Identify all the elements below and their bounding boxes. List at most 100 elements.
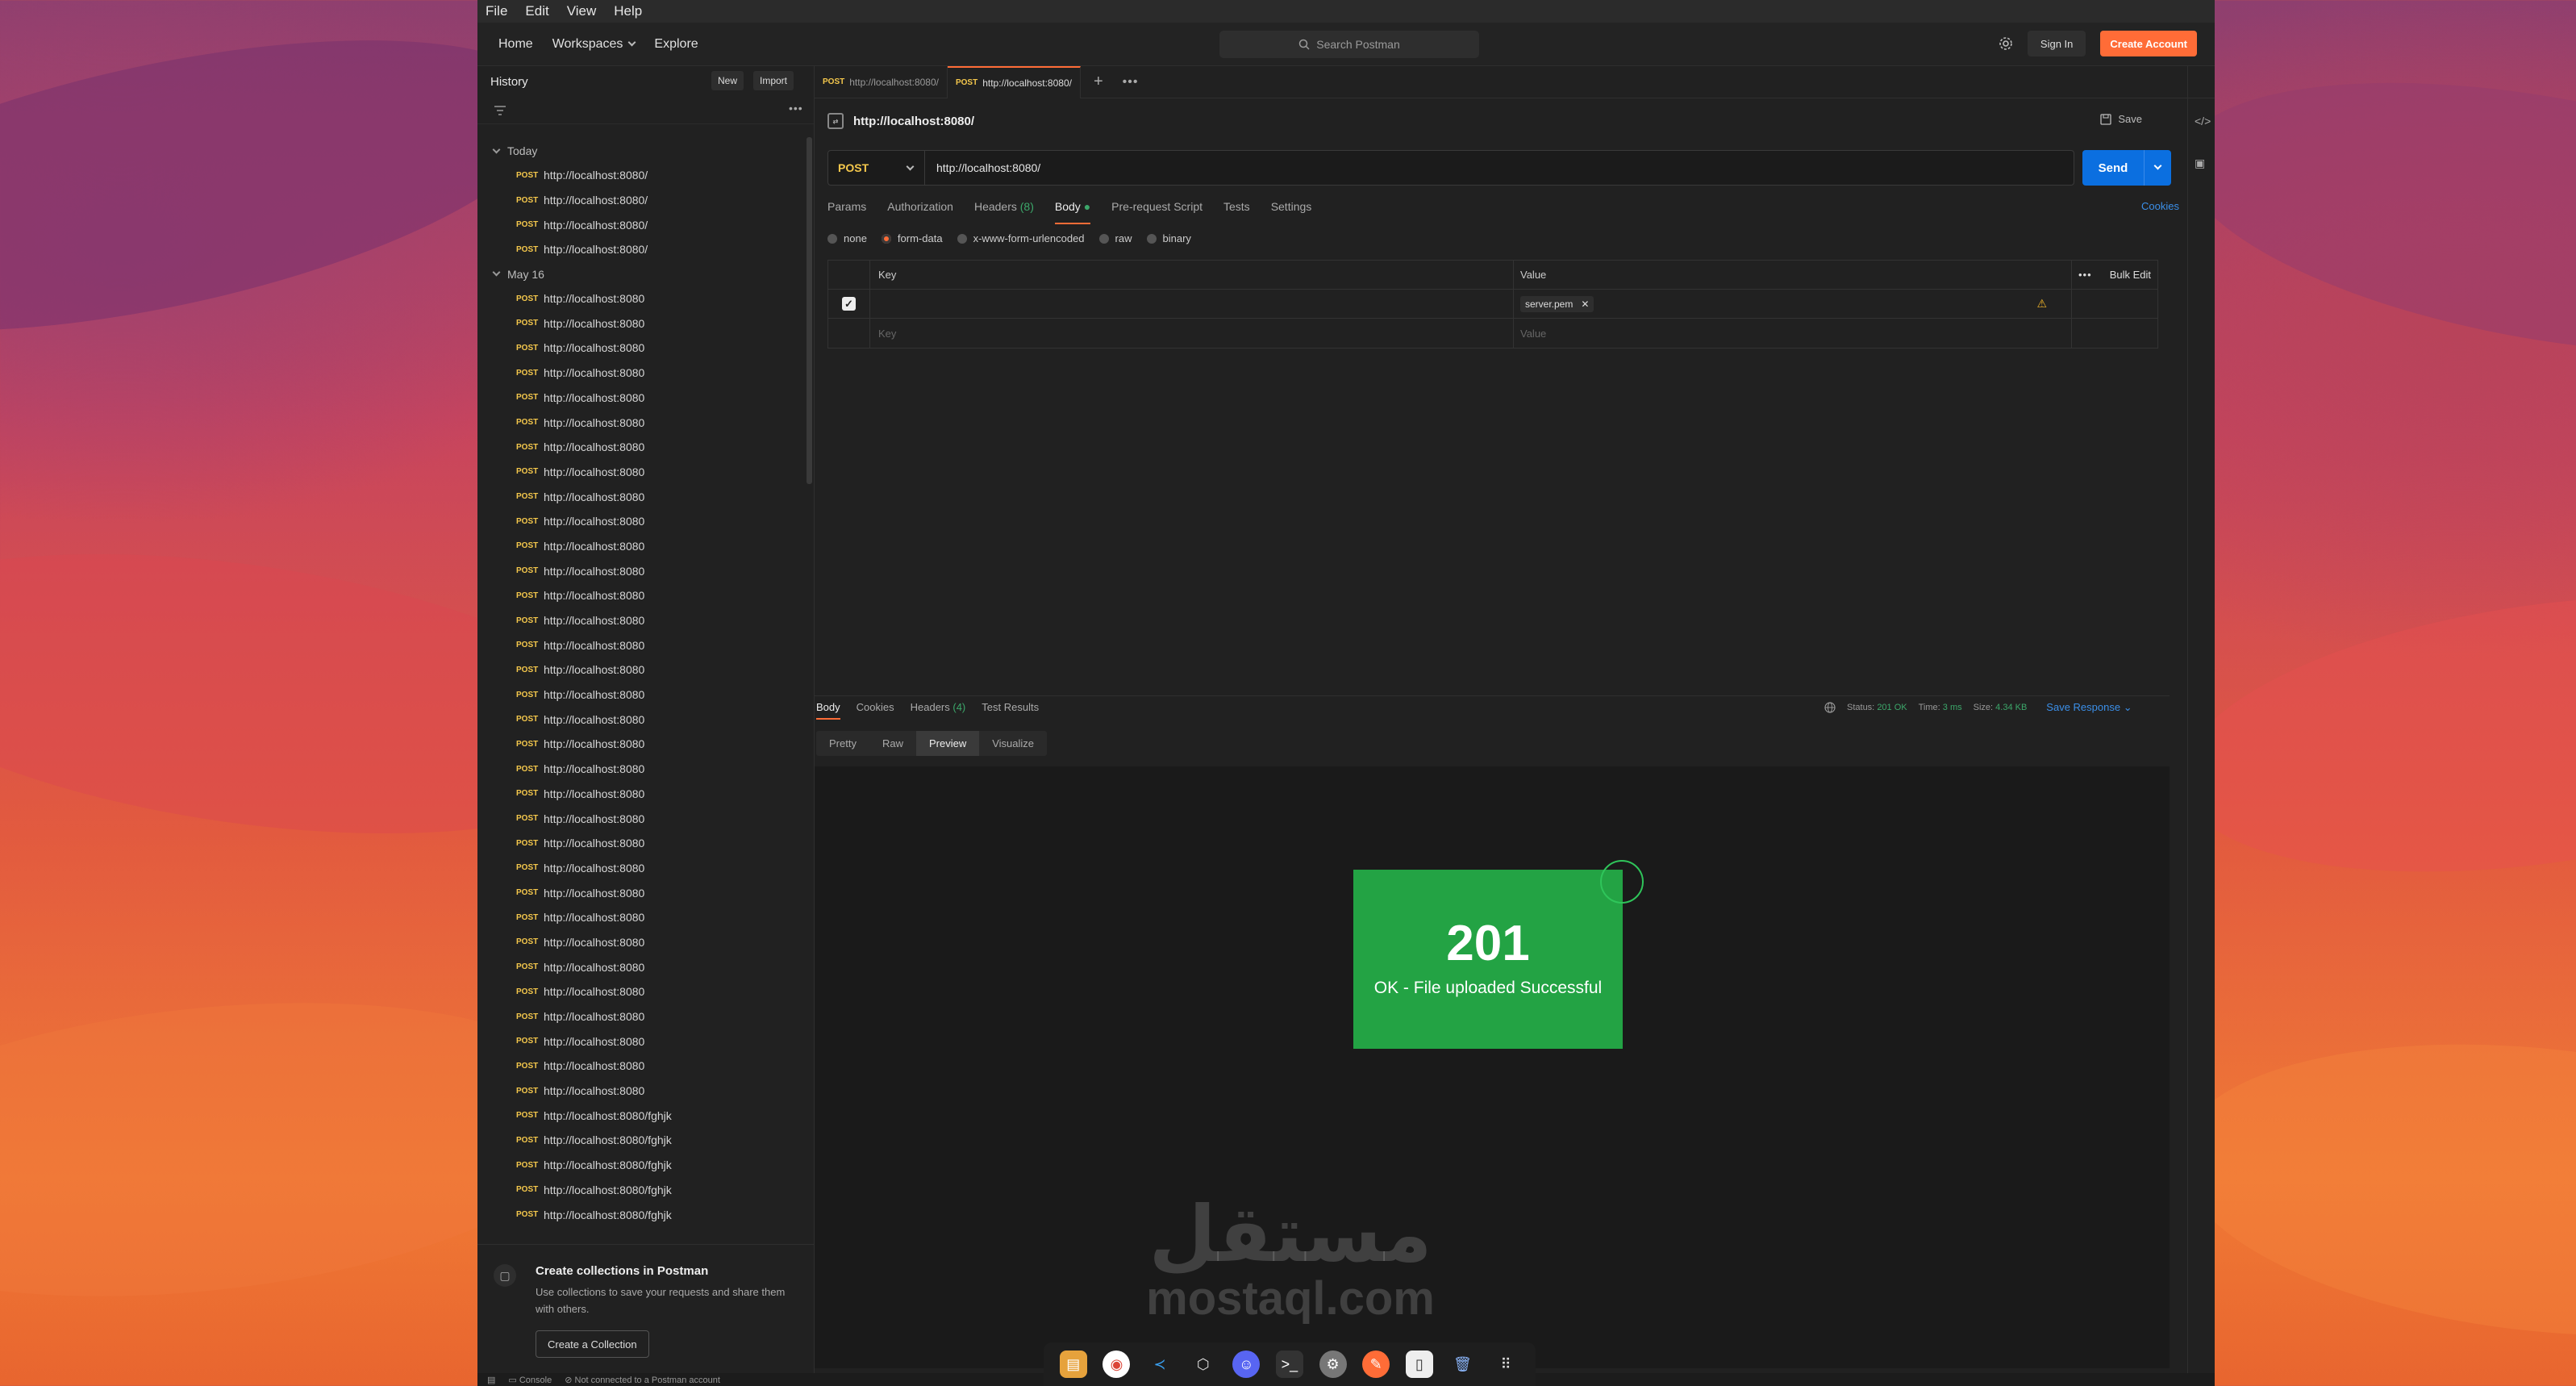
history-item[interactable]: POST http://localhost:8080 (477, 410, 803, 435)
tab-params[interactable]: Params (827, 200, 866, 224)
app-grid-icon[interactable]: ⠿ (1492, 1351, 1520, 1378)
response-tab-cookies[interactable]: Cookies (857, 701, 894, 720)
filter-icon[interactable] (494, 106, 506, 115)
terminal-icon[interactable]: >_ (1275, 1351, 1303, 1378)
trash-icon[interactable]: 🗑 (1448, 1351, 1477, 1378)
history-item[interactable]: POST http://localhost:8080 (477, 905, 803, 930)
history-item[interactable]: POST http://localhost:8080/fghjk (477, 1202, 803, 1227)
history-item[interactable]: POST http://localhost:8080 (477, 782, 803, 807)
history-item[interactable]: POST http://localhost:8080 (477, 683, 803, 708)
new-tab-icon[interactable]: + (1094, 73, 1103, 91)
history-item[interactable]: POST http://localhost:8080 (477, 386, 803, 411)
sign-in-button[interactable]: Sign In (2027, 31, 2086, 56)
discord-icon[interactable]: ☺ (1232, 1351, 1261, 1378)
menu-help[interactable]: Help (614, 3, 642, 19)
value-cell[interactable]: server.pem ✕ ⚠ (1514, 290, 2072, 318)
gear-icon[interactable] (1999, 36, 2013, 51)
tab-authorization[interactable]: Authorization (887, 200, 953, 224)
history-item[interactable]: POST http://localhost:8080 (477, 336, 803, 361)
history-filter[interactable]: ••• (477, 97, 814, 124)
history-item[interactable]: POST http://localhost:8080 (477, 435, 803, 460)
history-item[interactable]: POST http://localhost:8080/fghjk (477, 1178, 803, 1203)
history-item[interactable]: POST http://localhost:8080/ (477, 237, 803, 262)
history-item[interactable]: POST http://localhost:8080/fghjk (477, 1103, 803, 1128)
settings-app-icon[interactable]: ⚙ (1319, 1351, 1347, 1378)
history-group[interactable]: Today (477, 139, 803, 163)
cookies-link[interactable]: Cookies (2141, 200, 2179, 212)
history-item[interactable]: POST http://localhost:8080 (477, 806, 803, 831)
history-item[interactable]: POST http://localhost:8080 (477, 632, 803, 658)
search-input[interactable]: Search Postman (1219, 31, 1479, 58)
tab-tests[interactable]: Tests (1223, 200, 1250, 224)
response-tab-body[interactable]: Body (816, 701, 840, 720)
history-item[interactable]: POST http://localhost:8080 (477, 658, 803, 683)
history-group[interactable]: May 16 (477, 262, 803, 286)
history-item[interactable]: POST http://localhost:8080 (477, 979, 803, 1004)
history-item[interactable]: POST http://localhost:8080 (477, 1029, 803, 1054)
save-button[interactable]: Save (2100, 113, 2142, 125)
history-item[interactable]: POST http://localhost:8080/fghjk (477, 1128, 803, 1153)
value-input[interactable]: Value (1514, 319, 2072, 348)
create-account-button[interactable]: Create Account (2100, 31, 2197, 56)
view-tab-pretty[interactable]: Pretty (816, 731, 869, 756)
view-tab-visualize[interactable]: Visualize (979, 731, 1047, 756)
view-tab-raw[interactable]: Raw (869, 731, 916, 756)
view-tab-preview[interactable]: Preview (915, 731, 980, 756)
send-button[interactable]: Send (2082, 150, 2171, 186)
history-item[interactable]: POST http://localhost:8080 (477, 732, 803, 757)
history-item[interactable]: POST http://localhost:8080 (477, 558, 803, 583)
row-checkbox[interactable]: ✓ (842, 297, 856, 311)
request-tab[interactable]: POST http://localhost:8080/ (815, 65, 948, 98)
history-item[interactable]: POST http://localhost:8080/ (477, 188, 803, 213)
method-select[interactable]: POST (828, 151, 925, 185)
sidebar-toggle-icon[interactable]: ▤ (487, 1375, 495, 1385)
globe-icon[interactable] (1824, 702, 1836, 713)
menu-view[interactable]: View (567, 3, 597, 19)
radio-form-data[interactable]: form-data (881, 232, 943, 244)
response-tab-test-results[interactable]: Test Results (982, 701, 1039, 720)
history-item[interactable]: POST http://localhost:8080 (477, 286, 803, 311)
history-item[interactable]: POST http://localhost:8080 (477, 1079, 803, 1104)
send-options-dropdown[interactable] (2144, 150, 2171, 186)
radio-raw[interactable]: raw (1098, 232, 1132, 244)
virtualbox-icon[interactable]: ⬡ (1189, 1351, 1217, 1378)
history-item[interactable]: POST http://localhost:8080 (477, 509, 803, 534)
radio-x-www-form-urlencoded[interactable]: x-www-form-urlencoded (957, 232, 1085, 244)
history-item[interactable]: POST http://localhost:8080 (477, 954, 803, 979)
files-icon[interactable]: ▤ (1059, 1351, 1087, 1378)
history-item[interactable]: POST http://localhost:8080 (477, 880, 803, 905)
vscode-icon[interactable]: ≺ (1146, 1351, 1174, 1378)
tab-more-icon[interactable]: ••• (1123, 75, 1139, 90)
response-divider[interactable] (815, 695, 2170, 696)
notes-icon[interactable]: ▯ (1405, 1351, 1433, 1378)
key-input[interactable]: Key (870, 319, 1514, 348)
history-item[interactable]: POST http://localhost:8080 (477, 608, 803, 633)
nav-home[interactable]: Home (498, 37, 533, 52)
nav-explore[interactable]: Explore (654, 37, 698, 52)
history-item[interactable]: POST http://localhost:8080 (477, 460, 803, 485)
history-item[interactable]: POST http://localhost:8080 (477, 361, 803, 386)
history-item[interactable]: POST http://localhost:8080 (477, 831, 803, 856)
tab-headers[interactable]: Headers (8) (974, 200, 1034, 224)
bulk-edit-link[interactable]: Bulk Edit (2110, 269, 2151, 281)
url-input[interactable] (925, 152, 2054, 184)
code-icon[interactable]: </> (2195, 115, 2211, 127)
postman-icon[interactable]: ✎ (1362, 1351, 1390, 1378)
history-item[interactable]: POST http://localhost:8080 (477, 856, 803, 881)
new-button[interactable]: New (711, 71, 744, 90)
radio-binary[interactable]: binary (1146, 232, 1191, 244)
save-response-button[interactable]: Save Response ⌄ (2046, 701, 2132, 714)
history-item[interactable]: POST http://localhost:8080/fghjk (477, 1153, 803, 1178)
history-item[interactable]: POST http://localhost:8080 (477, 757, 803, 782)
history-item[interactable]: POST http://localhost:8080 (477, 930, 803, 955)
import-button[interactable]: Import (753, 71, 794, 90)
request-tab-active[interactable]: POST http://localhost:8080/ (947, 65, 1081, 98)
history-item[interactable]: POST http://localhost:8080 (477, 1004, 803, 1029)
sidebar-scrollbar[interactable] (807, 137, 812, 484)
history-item[interactable]: POST http://localhost:8080 (477, 311, 803, 336)
chrome-icon[interactable]: ◉ (1103, 1351, 1131, 1378)
menu-file[interactable]: File (486, 3, 507, 19)
history-item[interactable]: POST http://localhost:8080 (477, 484, 803, 509)
tab-settings[interactable]: Settings (1271, 200, 1312, 224)
history-item[interactable]: POST http://localhost:8080/ (477, 212, 803, 237)
